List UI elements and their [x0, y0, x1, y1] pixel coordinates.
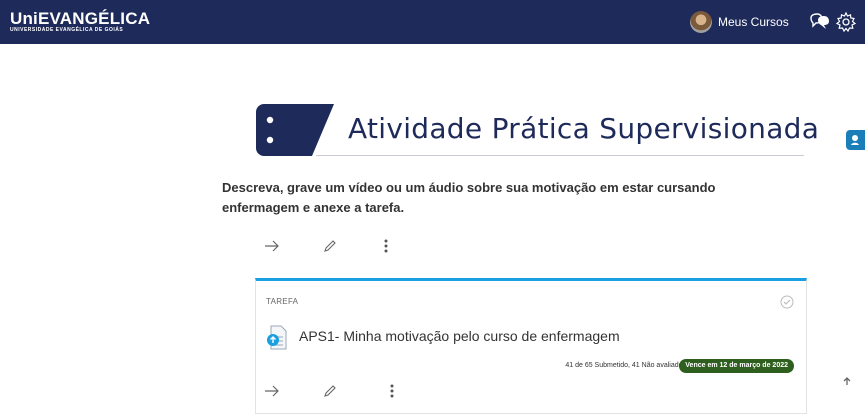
user-avatar[interactable] [690, 11, 712, 33]
pencil-icon[interactable] [316, 377, 344, 405]
activity-type-label: TAREFA [266, 297, 299, 306]
completion-check-icon[interactable] [780, 295, 794, 309]
arrow-right-icon[interactable] [258, 377, 286, 405]
activity-title-link[interactable]: APS1- Minha motivação pelo curso de enfe… [299, 328, 620, 344]
arrow-right-icon[interactable] [258, 232, 286, 260]
activity-card: TAREFA APS1- Minha motivação pelo curso … [255, 278, 807, 414]
section-actions [258, 232, 408, 260]
logo-sub-text: UNIVERSIDADE EVANGÉLICA DE GOIÁS [10, 27, 124, 33]
top-navbar: UniEVANGÉLICA UNIVERSIDADE EVANGÉLICA DE… [0, 0, 865, 44]
more-vertical-icon[interactable] [378, 377, 406, 405]
activity-actions [258, 377, 408, 405]
section-banner: Atividade Prática Supervisionada [256, 102, 819, 158]
section-description: Descreva, grave um vídeo ou um áudio sob… [222, 180, 716, 215]
gear-icon[interactable] [835, 11, 857, 33]
chat-icon[interactable] [808, 12, 830, 32]
banner-underline [316, 155, 804, 156]
banner-graphic [256, 104, 334, 156]
assignment-icon [267, 325, 287, 350]
pencil-icon[interactable] [316, 232, 344, 260]
banner-title: Atividade Prática Supervisionada [348, 112, 820, 145]
site-logo[interactable]: UniEVANGÉLICA UNIVERSIDADE EVANGÉLICA DE… [10, 10, 150, 34]
more-vertical-icon[interactable] [372, 232, 400, 260]
arrow-up-icon [843, 377, 851, 385]
due-date-badge: Vence em 12 de março de 2022 [679, 359, 794, 373]
logo-main-text: UniEVANGÉLICA [10, 9, 151, 28]
submission-status[interactable]: 41 de 65 Submetido, 41 Não avaliados [565, 362, 686, 369]
scroll-top-button[interactable] [836, 370, 858, 392]
accessibility-tool-button[interactable] [846, 130, 865, 150]
meus-cursos-link[interactable]: Meus Cursos [718, 15, 789, 29]
accessibility-icon [851, 135, 859, 145]
